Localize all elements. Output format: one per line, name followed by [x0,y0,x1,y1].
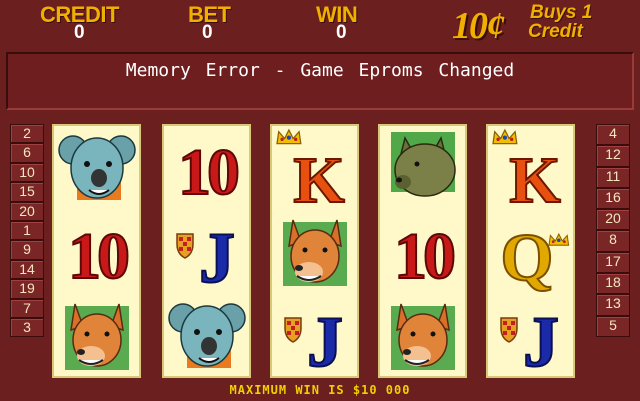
line-number: 19 [10,279,44,299]
line-number: 12 [596,145,630,167]
denomination-text-line1: Buys 1 [530,2,593,23]
reel-5: KQJ [486,124,575,378]
svg-text:J: J [307,302,343,376]
svg-text:10: 10 [68,220,128,292]
dingo-symbol [272,210,357,293]
reel-4: 10 [378,124,467,378]
dingo-symbol [380,294,465,377]
line-number: 4 [596,124,630,146]
svg-text:Q: Q [500,219,553,292]
line-number: 1 [10,220,44,241]
ten-symbol: 10 [54,210,139,293]
message-panel: Memory Error - Game Eproms Changed [6,52,634,110]
queen-symbol: Q [488,210,573,293]
jack-symbol: J [488,294,573,377]
jack-symbol: J [164,210,249,293]
koala-symbol [164,294,249,377]
error-message: Memory Error - Game Eproms Changed [125,60,515,81]
line-number: 13 [596,294,630,316]
svg-text:10: 10 [394,220,454,292]
svg-text:K: K [509,144,560,208]
svg-text:J: J [199,218,235,292]
maximum-win-banner: MAXIMUM WIN IS $10 000 [229,383,411,397]
svg-text:J: J [523,302,559,376]
line-number: 7 [10,298,44,318]
reel-1: 10 [52,124,141,378]
line-number: 10 [10,162,44,183]
line-number: 3 [10,317,44,338]
denomination-text-line2: Credit [528,21,583,42]
left-line-numbers: 2 6 10 15 20 1 9 14 19 7 3 [10,124,44,338]
line-number: 8 [596,230,630,252]
right-line-numbers: 4 12 11 16 20 8 17 18 13 5 [596,124,630,337]
ten-symbol: 10 [164,126,249,209]
dingo-symbol [54,294,139,377]
ten-symbol: 10 [380,210,465,293]
line-number: 11 [596,166,630,188]
svg-text:K: K [293,144,344,208]
line-number: 14 [10,259,44,280]
line-number: 20 [596,209,630,231]
line-number: 17 [596,251,630,274]
jack-symbol: J [272,294,357,377]
svg-text:10: 10 [178,136,238,208]
bet-value: 0 [202,22,213,43]
line-number: 5 [596,315,630,337]
koala-symbol [54,126,139,209]
win-value: 0 [336,22,347,43]
denomination-amount: 10¢ [452,5,505,47]
credit-value: 0 [74,22,85,43]
wombat-symbol [380,126,465,209]
line-number: 16 [596,187,630,210]
line-number: 20 [10,201,44,221]
line-number: 6 [10,143,44,163]
king-symbol: K [488,126,573,209]
line-number: 9 [10,240,44,260]
line-number: 2 [10,124,44,144]
line-number: 15 [10,182,44,202]
reel-3: KJ [270,124,359,378]
line-number: 18 [596,273,630,295]
reel-2: 10 J [162,124,251,378]
king-symbol: K [272,126,357,209]
